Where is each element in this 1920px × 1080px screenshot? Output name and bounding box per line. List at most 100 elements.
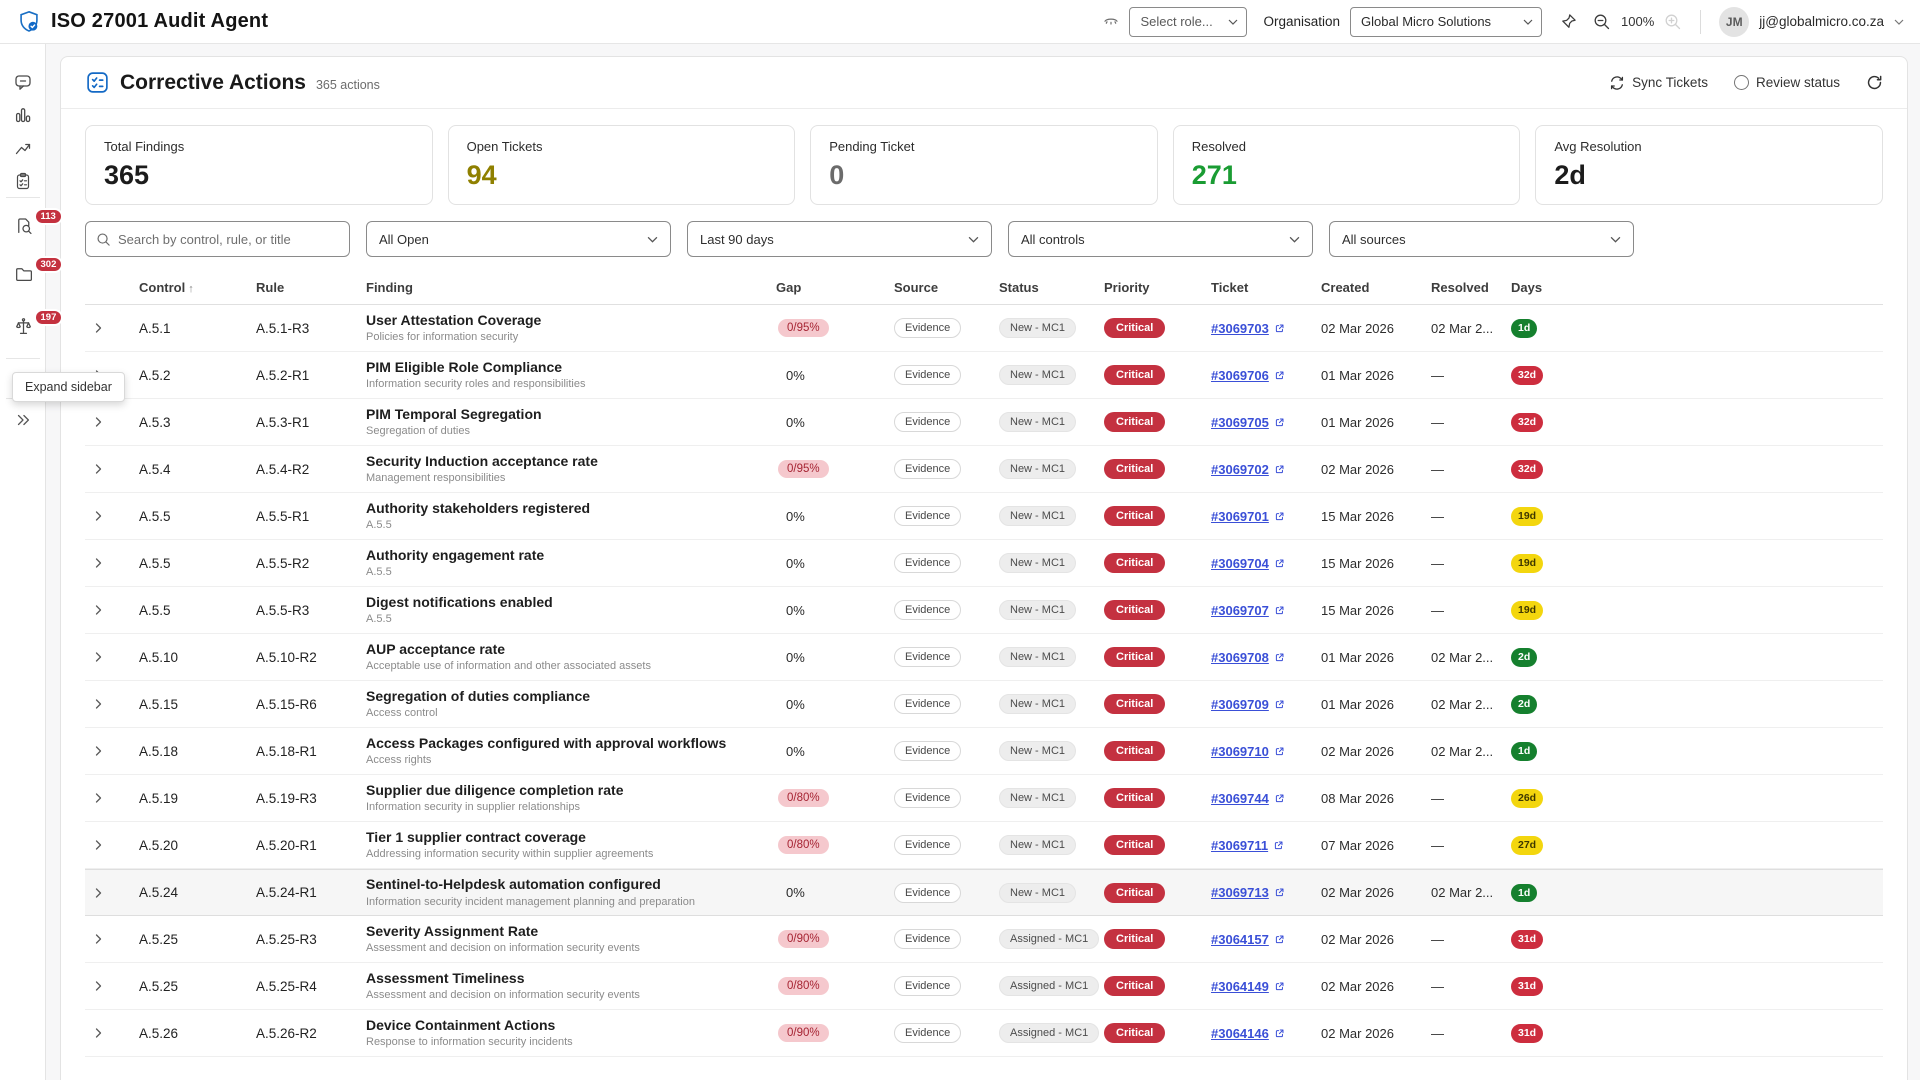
row-expand-chevron-icon[interactable] <box>93 651 104 663</box>
role-select[interactable]: Select role... <box>1129 7 1247 37</box>
column-header-source[interactable]: Source↑ <box>894 280 999 295</box>
created-cell: 01 Mar 2026 <box>1321 697 1431 712</box>
filter-dropdown-value: Last 90 days <box>700 232 774 247</box>
column-header-ticket[interactable]: Ticket↑ <box>1211 280 1321 295</box>
review-status-toggle[interactable]: Review status <box>1734 75 1840 90</box>
zoom-out-icon[interactable] <box>1593 13 1611 31</box>
ticket-link[interactable]: #3064149 <box>1211 979 1269 994</box>
sidebar-item-trend[interactable] <box>0 132 46 164</box>
rule-cell: A.5.5-R2 <box>256 556 366 571</box>
column-header-finding[interactable]: Finding↑ <box>366 280 776 295</box>
table-row[interactable]: A.5.1 A.5.1-R3 User Attestation Coverage… <box>85 305 1883 352</box>
column-header-priority[interactable]: Priority↑ <box>1104 280 1211 295</box>
filter-status-dropdown[interactable]: All Open <box>366 221 671 257</box>
resolved-cell: 02 Mar 2... <box>1431 885 1511 900</box>
column-header-resolved[interactable]: Resolved↑ <box>1431 280 1511 295</box>
table-row[interactable]: A.5.5 A.5.5-R1 Authority stakeholders re… <box>85 493 1883 540</box>
row-expand-chevron-icon[interactable] <box>93 557 104 569</box>
row-expand-chevron-icon[interactable] <box>93 745 104 757</box>
zoom-in-icon[interactable] <box>1664 13 1682 31</box>
row-expand-chevron-icon[interactable] <box>93 792 104 804</box>
external-link-icon <box>1274 1028 1285 1039</box>
sync-tickets-button[interactable]: Sync Tickets <box>1609 75 1708 91</box>
column-header-rule[interactable]: Rule↑ <box>256 280 366 295</box>
ticket-link[interactable]: #3069710 <box>1211 744 1269 759</box>
row-expand-chevron-icon[interactable] <box>93 887 104 899</box>
refresh-button[interactable] <box>1866 74 1883 91</box>
created-cell: 15 Mar 2026 <box>1321 603 1431 618</box>
ticket-link[interactable]: #3069705 <box>1211 415 1269 430</box>
column-header-created[interactable]: Created↑ <box>1321 280 1431 295</box>
table-row[interactable]: A.5.25 A.5.25-R3 Severity Assignment Rat… <box>85 916 1883 963</box>
table-row[interactable]: A.5.4 A.5.4-R2 Security Induction accept… <box>85 446 1883 493</box>
row-expand-chevron-icon[interactable] <box>93 1027 104 1039</box>
column-header-control[interactable]: Control↑ <box>139 280 256 295</box>
ticket-link[interactable]: #3069708 <box>1211 650 1269 665</box>
ticket-link[interactable]: #3069701 <box>1211 509 1269 524</box>
row-expand-chevron-icon[interactable] <box>93 698 104 710</box>
table-row[interactable]: A.5.10 A.5.10-R2 AUP acceptance rate Acc… <box>85 634 1883 681</box>
table-row[interactable]: A.5.24 A.5.24-R1 Sentinel-to-Helpdesk au… <box>85 869 1883 916</box>
user-menu-chevron-icon[interactable] <box>1894 19 1904 25</box>
row-expand-chevron-icon[interactable] <box>93 322 104 334</box>
ticket-link[interactable]: #3064146 <box>1211 1026 1269 1041</box>
priority-badge: Critical <box>1104 788 1165 808</box>
row-expand-chevron-icon[interactable] <box>93 510 104 522</box>
pin-icon[interactable] <box>1560 13 1577 30</box>
table-row[interactable]: A.5.25 A.5.25-R4 Assessment Timeliness A… <box>85 963 1883 1010</box>
ticket-link[interactable]: #3069706 <box>1211 368 1269 383</box>
column-header-status[interactable]: Status↑ <box>999 280 1104 295</box>
row-expand-chevron-icon[interactable] <box>93 416 104 428</box>
table-row[interactable]: A.5.26 A.5.26-R2 Device Containment Acti… <box>85 1010 1883 1057</box>
table-row[interactable]: A.5.2 A.5.2-R1 PIM Eligible Role Complia… <box>85 352 1883 399</box>
ticket-link[interactable]: #3069709 <box>1211 697 1269 712</box>
filter-controls-dropdown[interactable]: All controls <box>1008 221 1313 257</box>
table-row[interactable]: A.5.5 A.5.5-R3 Digest notifications enab… <box>85 587 1883 634</box>
column-header-days[interactable]: Days↑ <box>1511 280 1601 295</box>
table-row[interactable]: A.5.15 A.5.15-R6 Segregation of duties c… <box>85 681 1883 728</box>
filter-sources-dropdown[interactable]: All sources <box>1329 221 1634 257</box>
filter-daterange-dropdown[interactable]: Last 90 days <box>687 221 992 257</box>
table-row[interactable]: A.5.3 A.5.3-R1 PIM Temporal Segregation … <box>85 399 1883 446</box>
row-expand-chevron-icon[interactable] <box>93 463 104 475</box>
ticket-link[interactable]: #3069713 <box>1211 885 1269 900</box>
resolved-cell: — <box>1431 838 1511 853</box>
ticket-link[interactable]: #3069711 <box>1211 838 1268 853</box>
sidebar-item-compliance[interactable]: 197 <box>0 310 46 342</box>
table-row[interactable]: A.5.20 A.5.20-R1 Tier 1 supplier contrac… <box>85 822 1883 869</box>
column-header-gap[interactable]: Gap↑ <box>776 280 894 295</box>
organisation-select[interactable]: Global Micro Solutions <box>1350 7 1542 37</box>
column-header-label: Rule <box>256 280 284 295</box>
review-status-radio[interactable] <box>1734 75 1749 90</box>
ticket-link[interactable]: #3069707 <box>1211 603 1269 618</box>
row-expand-chevron-icon[interactable] <box>93 839 104 851</box>
external-link-icon <box>1274 558 1285 569</box>
table-row[interactable]: A.5.18 A.5.18-R1 Access Packages configu… <box>85 728 1883 775</box>
status-badge: New - MC1 <box>999 741 1076 761</box>
row-expand-chevron-icon[interactable] <box>93 980 104 992</box>
ticket-link[interactable]: #3069744 <box>1211 791 1269 806</box>
table-row[interactable]: A.5.5 A.5.5-R2 Authority engagement rate… <box>85 540 1883 587</box>
panel-header: Corrective Actions 365 actions Sync Tick… <box>61 57 1907 109</box>
table-row[interactable]: A.5.19 A.5.19-R3 Supplier due diligence … <box>85 775 1883 822</box>
row-expand-chevron-icon[interactable] <box>93 604 104 616</box>
ticket-link[interactable]: #3069704 <box>1211 556 1269 571</box>
stat-label: Pending Ticket <box>829 139 1139 154</box>
search-input[interactable] <box>118 232 339 247</box>
ticket-link[interactable]: #3069703 <box>1211 321 1269 336</box>
days-badge: 26d <box>1511 789 1543 808</box>
row-expand-chevron-icon[interactable] <box>93 933 104 945</box>
sidebar-item-chat[interactable] <box>0 66 46 98</box>
priority-badge: Critical <box>1104 1023 1165 1043</box>
sidebar-item-cases[interactable]: 302 <box>0 257 46 289</box>
finding-subtitle: Access rights <box>366 754 776 767</box>
ticket-link[interactable]: #3069702 <box>1211 462 1269 477</box>
sidebar-item-bar-chart[interactable] <box>0 99 46 131</box>
user-avatar[interactable]: JM <box>1719 7 1749 37</box>
ticket-link[interactable]: #3064157 <box>1211 932 1269 947</box>
sidebar-item-findings[interactable]: 113 <box>0 209 46 241</box>
sidebar-item-checklist[interactable] <box>0 165 46 197</box>
search-box[interactable] <box>85 221 350 257</box>
expand-sidebar-button[interactable] <box>0 404 46 436</box>
control-cell: A.5.4 <box>139 462 256 477</box>
